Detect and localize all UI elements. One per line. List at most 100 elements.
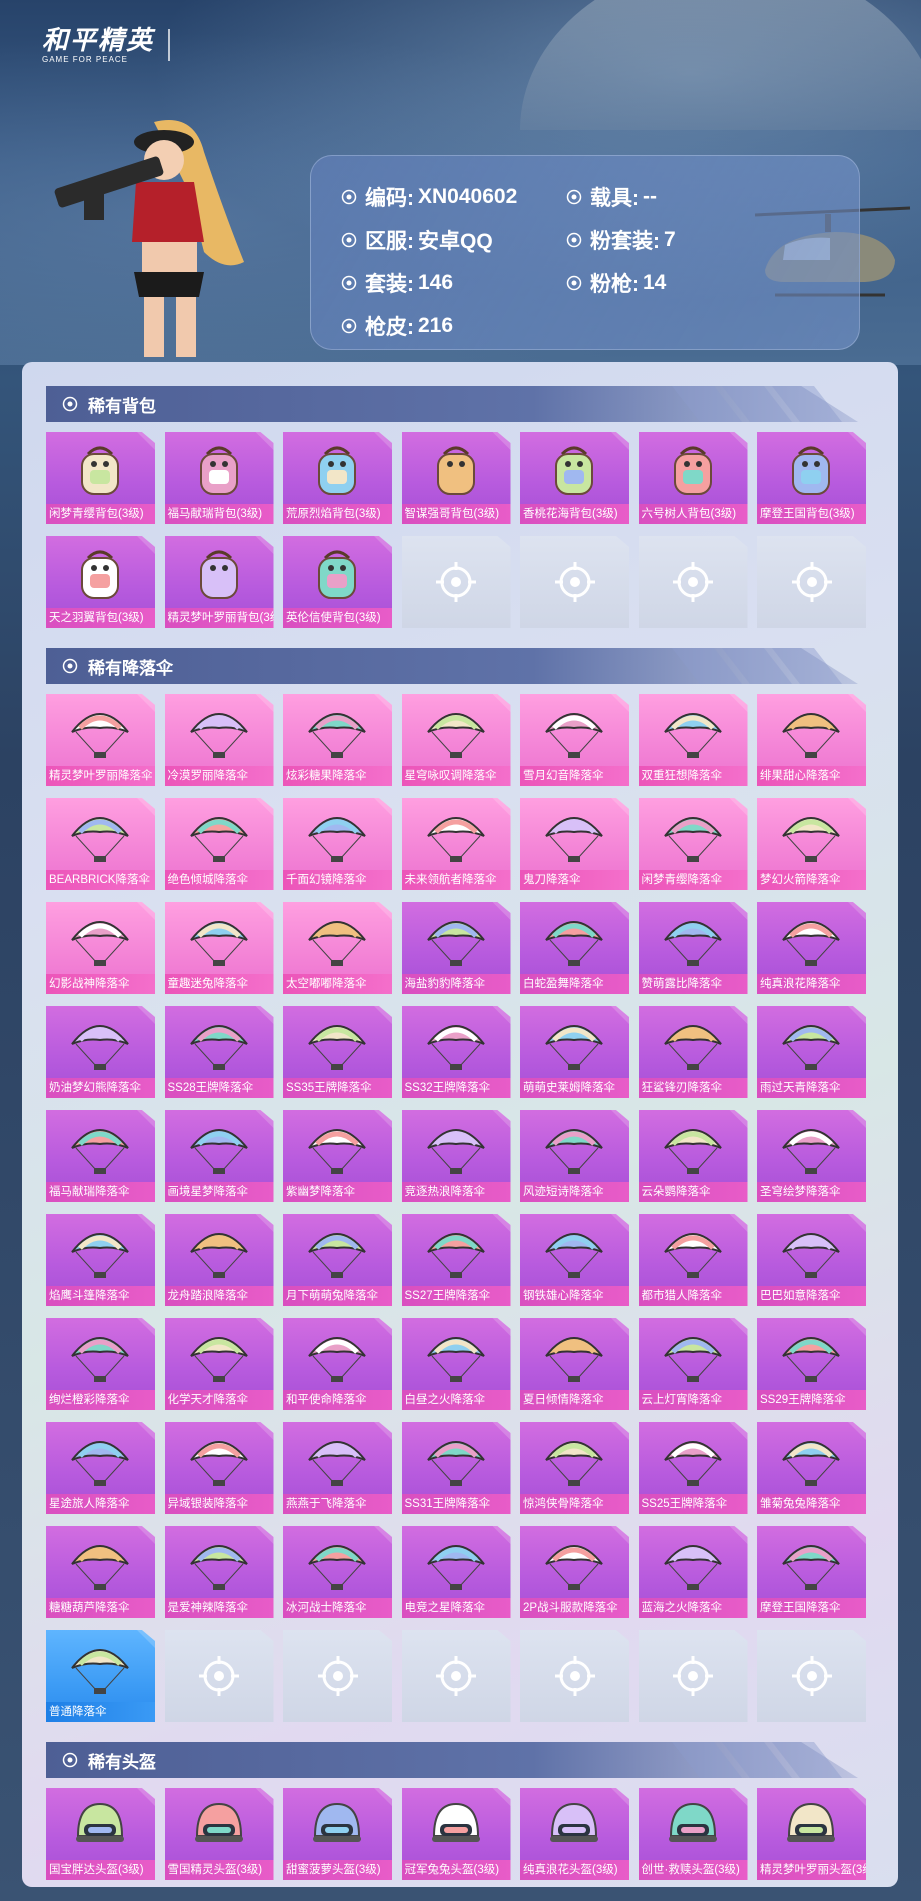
item-tile[interactable]: SS25王牌降落伞: [638, 1422, 748, 1514]
info-label: 枪皮:: [365, 316, 414, 339]
item-tile[interactable]: 2P战斗服款降落伞: [520, 1526, 629, 1618]
item-tile[interactable]: SS29王牌降落伞: [757, 1318, 866, 1410]
item-tile[interactable]: 鬼刀降落伞: [520, 798, 629, 890]
item-tile[interactable]: 甜蜜菠萝头盔(3级): [283, 1788, 392, 1880]
item-tile[interactable]: 云朵鹦降落伞: [638, 1110, 748, 1202]
item-tile[interactable]: 萌萌史莱姆降落伞: [520, 1006, 629, 1098]
item-tile[interactable]: SS32王牌降落伞: [401, 1006, 511, 1098]
item-tile[interactable]: 绚烂橙彩降落伞: [46, 1318, 155, 1410]
helmet-icon: [76, 1802, 124, 1842]
item-tile[interactable]: 竞逐热浪降落伞: [401, 1110, 511, 1202]
item-tile[interactable]: 纯真浪花降落伞: [757, 902, 866, 994]
item-tile[interactable]: 惊鸿侠骨降落伞: [520, 1422, 629, 1514]
item-name: 千面幻镜降落伞: [283, 870, 392, 890]
item-tile[interactable]: 雪国精灵头盔(3级): [164, 1788, 274, 1880]
item-tile[interactable]: 摩登王国背包(3级): [757, 432, 866, 524]
item-tile[interactable]: 冠军兔兔头盔(3级): [401, 1788, 511, 1880]
item-tile[interactable]: 普通降落伞: [46, 1630, 155, 1722]
item-tile[interactable]: 太空嘟嘟降落伞: [283, 902, 392, 994]
item-tile[interactable]: 雨过天青降落伞: [757, 1006, 866, 1098]
info-label: 粉套装:: [590, 230, 660, 253]
item-name: 太空嘟嘟降落伞: [283, 974, 392, 994]
item-tile[interactable]: 绯果甜心降落伞: [757, 694, 866, 786]
item-tile[interactable]: 是爱神辣降落伞: [164, 1526, 274, 1618]
item-tile[interactable]: 奶油梦幻熊降落伞: [46, 1006, 155, 1098]
item-tile[interactable]: 冰河战士降落伞: [283, 1526, 392, 1618]
item-tile[interactable]: BEARBRICK降落伞: [46, 798, 155, 890]
item-tile[interactable]: 和平使命降落伞: [283, 1318, 392, 1410]
item-tile[interactable]: 创世·救赎头盔(3级): [638, 1788, 748, 1880]
item-tile[interactable]: 香桃花海背包(3级): [520, 432, 629, 524]
item-tile[interactable]: 夏日倾情降落伞: [520, 1318, 629, 1410]
crosshair-icon: [554, 562, 595, 602]
item-tile[interactable]: 闲梦青缨背包(3级): [46, 432, 155, 524]
item-tile[interactable]: 燕燕于飞降落伞: [283, 1422, 392, 1514]
item-tile[interactable]: 双重狂想降落伞: [638, 694, 748, 786]
item-tile[interactable]: 蓝海之火降落伞: [638, 1526, 748, 1618]
item-tile[interactable]: SS28王牌降落伞: [164, 1006, 274, 1098]
item-tile[interactable]: 天之羽翼背包(3级): [46, 536, 155, 628]
item-tile[interactable]: SS27王牌降落伞: [401, 1214, 511, 1306]
crosshair-icon: [791, 562, 832, 602]
target-icon: [566, 232, 582, 248]
item-tile[interactable]: 精灵梦叶罗丽降落伞: [46, 694, 155, 786]
item-tile[interactable]: 星穹咏叹调降落伞: [401, 694, 511, 786]
item-tile[interactable]: 风迹短诗降落伞: [520, 1110, 629, 1202]
item-tile[interactable]: 月下萌萌兔降落伞: [283, 1214, 392, 1306]
item-tile[interactable]: 国宝胖达头盔(3级): [46, 1788, 155, 1880]
item-tile[interactable]: 千面幻镜降落伞: [283, 798, 392, 890]
item-tile[interactable]: 炫彩糖果降落伞: [283, 694, 392, 786]
item-tile[interactable]: 电竞之星降落伞: [401, 1526, 511, 1618]
info-gun-skin: 枪皮: 216: [341, 311, 453, 341]
item-tile[interactable]: 福马献瑞背包(3级): [164, 432, 274, 524]
item-tile[interactable]: 六号树人背包(3级): [638, 432, 748, 524]
item-name: 燕燕于飞降落伞: [283, 1494, 392, 1514]
item-tile[interactable]: 都市猎人降落伞: [638, 1214, 748, 1306]
item-tile[interactable]: 未来领航者降落伞: [401, 798, 511, 890]
parachute-icon: [663, 817, 722, 862]
item-tile[interactable]: 钢铁雄心降落伞: [520, 1214, 629, 1306]
item-tile[interactable]: 化学天才降落伞: [164, 1318, 274, 1410]
item-tile[interactable]: 画境星梦降落伞: [164, 1110, 274, 1202]
item-tile[interactable]: 星途旅人降落伞: [46, 1422, 155, 1514]
item-name: 龙舟踏浪降落伞: [164, 1286, 274, 1306]
backpack-icon: [199, 550, 238, 599]
item-tile[interactable]: 智谋强哥背包(3级): [401, 432, 511, 524]
item-tile[interactable]: 云上灯宵降落伞: [638, 1318, 748, 1410]
item-tile[interactable]: 白蛇盈舞降落伞: [520, 902, 629, 994]
item-tile[interactable]: 童趣迷兔降落伞: [164, 902, 274, 994]
item-tile[interactable]: SS31王牌降落伞: [401, 1422, 511, 1514]
target-icon: [566, 275, 582, 291]
crosshair-icon: [199, 1656, 239, 1696]
item-tile[interactable]: 幻影战神降落伞: [46, 902, 155, 994]
item-tile[interactable]: 摩登王国降落伞: [757, 1526, 866, 1618]
item-tile[interactable]: 白昼之火降落伞: [401, 1318, 511, 1410]
item-tile[interactable]: 纯真浪花头盔(3级): [520, 1788, 629, 1880]
item-tile[interactable]: SS35王牌降落伞: [283, 1006, 392, 1098]
item-tile[interactable]: 异域银装降落伞: [164, 1422, 274, 1514]
item-tile[interactable]: 龙舟踏浪降落伞: [164, 1214, 274, 1306]
item-tile[interactable]: 梦幻火箭降落伞: [757, 798, 866, 890]
item-tile[interactable]: 绝色倾城降落伞: [164, 798, 274, 890]
item-tile[interactable]: 雏菊兔兔降落伞: [757, 1422, 866, 1514]
item-tile[interactable]: 荒原烈焰背包(3级): [283, 432, 392, 524]
item-tile[interactable]: 狂鲨锋刃降落伞: [638, 1006, 748, 1098]
item-tile[interactable]: 海盐豹豹降落伞: [401, 902, 511, 994]
item-tile[interactable]: 巴巴如意降落伞: [757, 1214, 866, 1306]
item-tile[interactable]: 糖糖葫芦降落伞: [46, 1526, 155, 1618]
logo-divider: [168, 29, 171, 61]
item-tile[interactable]: 紫幽梦降落伞: [283, 1110, 392, 1202]
item-tile[interactable]: 闲梦青缨降落伞: [638, 798, 748, 890]
info-label: 套装:: [365, 273, 414, 296]
item-tile[interactable]: 福马献瑞降落伞: [46, 1110, 155, 1202]
item-tile[interactable]: 焰鹰斗篷降落伞: [46, 1214, 155, 1306]
item-tile[interactable]: 冷漠罗丽降落伞: [164, 694, 274, 786]
empty-slot: [283, 1630, 392, 1722]
item-tile[interactable]: 雪月幻音降落伞: [520, 694, 629, 786]
item-tile[interactable]: 英伦信使背包(3级): [283, 536, 392, 628]
item-tile[interactable]: 圣穹绘梦降落伞: [757, 1110, 866, 1202]
item-tile[interactable]: 精灵梦叶罗丽背包(3级): [164, 536, 274, 628]
item-tile[interactable]: 赞萌露比降落伞: [638, 902, 748, 994]
item-tile[interactable]: 精灵梦叶罗丽头盔(3级): [757, 1788, 866, 1880]
parachute-icon: [189, 1441, 248, 1486]
